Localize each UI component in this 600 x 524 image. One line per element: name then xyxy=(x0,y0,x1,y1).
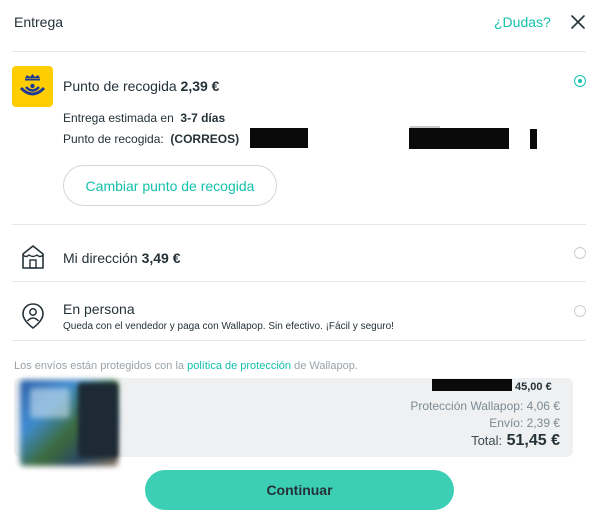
in-person-radio[interactable] xyxy=(574,305,586,317)
delivery-option-pickup[interactable]: Punto de recogida 2,39 € Entrega estimad… xyxy=(12,62,586,217)
page-title: Entrega xyxy=(14,14,64,30)
protection-policy-link[interactable]: política de protección xyxy=(187,360,291,372)
delivery-option-in-person[interactable]: En persona Queda con el vendedor y paga … xyxy=(12,282,586,340)
correos-logo xyxy=(12,66,53,107)
total-value: 51,45 € xyxy=(506,432,560,449)
delivery-option-home[interactable]: Mi dirección 3,49 € xyxy=(12,225,586,281)
home-price: 3,49 € xyxy=(141,250,181,266)
help-link[interactable]: ¿Dudas? xyxy=(494,14,551,30)
header: Entrega ¿Dudas? xyxy=(0,0,600,46)
shipping-fee: Envío: 2,39 € xyxy=(489,416,560,430)
divider xyxy=(12,51,586,52)
item-price: 45,00 € xyxy=(515,381,552,393)
divider xyxy=(12,340,586,341)
pickup-radio[interactable] xyxy=(574,75,586,87)
redacted-item-title xyxy=(432,379,512,391)
home-radio[interactable] xyxy=(574,247,586,259)
protection-fee: Protección Wallapop: 4,06 € xyxy=(410,399,560,413)
pickup-price: 2,39 € xyxy=(180,78,220,94)
home-option-label: Mi dirección 3,49 € xyxy=(63,250,181,266)
location-pin-icon xyxy=(22,303,44,329)
house-icon xyxy=(22,245,44,269)
redacted-address xyxy=(530,129,537,149)
order-total: Total: 51,45 € xyxy=(471,432,560,449)
pickup-option-label: Punto de recogida 2,39 € xyxy=(63,78,220,94)
product-thumbnail xyxy=(78,383,118,458)
change-pickup-point-button[interactable]: Cambiar punto de recogida xyxy=(63,165,277,206)
redacted-address xyxy=(250,128,308,148)
redacted-address xyxy=(409,128,509,149)
delivery-estimate: Entrega estimada en 3-7 días xyxy=(63,111,226,125)
pickup-point-info: Punto de recogida: (CORREOS) xyxy=(63,132,240,146)
continue-button[interactable]: Continuar xyxy=(145,470,454,510)
protection-note: Los envíos están protegidos con la polít… xyxy=(14,360,358,372)
in-person-option-label: En persona xyxy=(63,301,135,317)
close-icon[interactable] xyxy=(569,13,587,31)
in-person-subtitle: Queda con el vendedor y paga con Wallapo… xyxy=(63,321,394,332)
